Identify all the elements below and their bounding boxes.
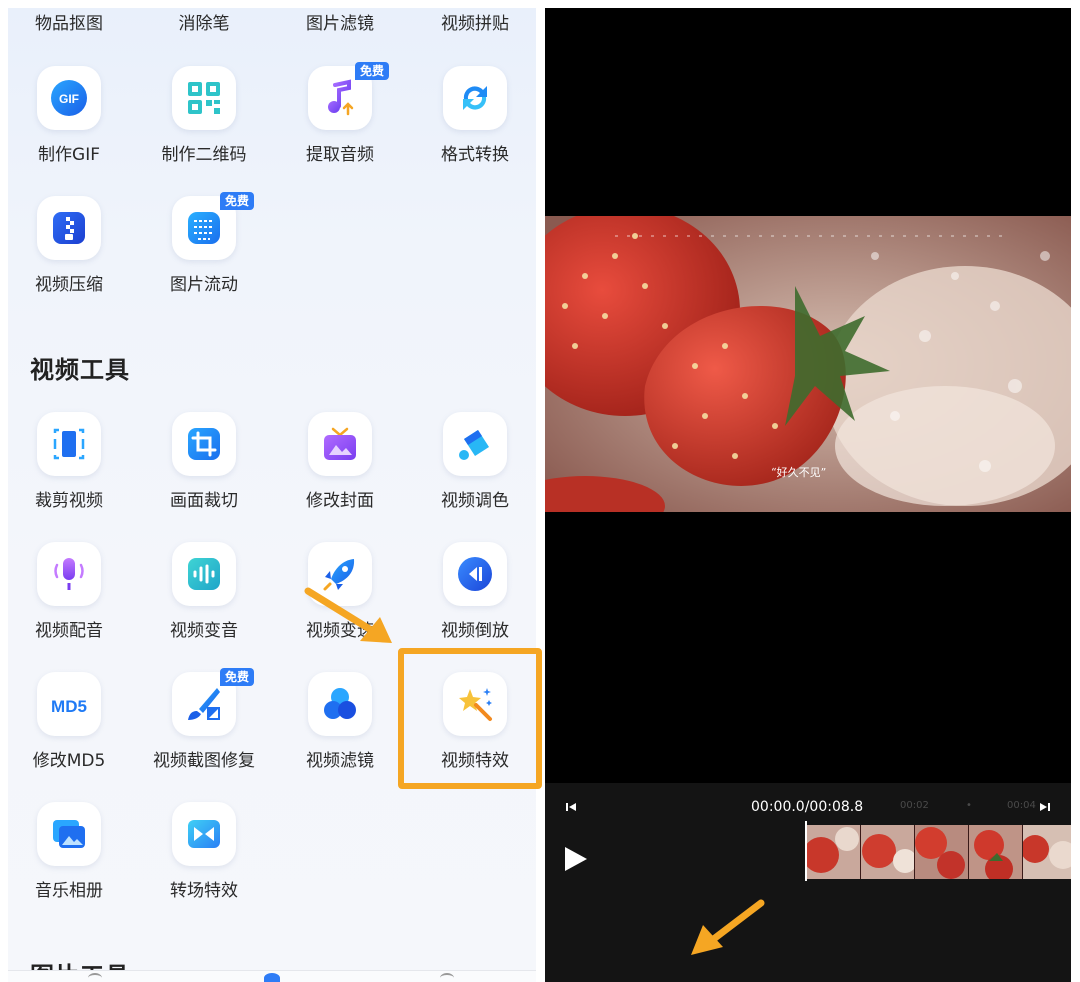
- cover-tv-icon: [324, 427, 356, 460]
- timeline-thumbnail: [969, 825, 1023, 879]
- md5-icon: MD5: [51, 697, 87, 716]
- photo-album-icon: [53, 820, 85, 848]
- bottom-navigation-bar[interactable]: [8, 970, 536, 982]
- tools-panel: 物品抠图 消除笔 图片滤镜 视频拼贴 GIF 制作GIF 制作二维码 免费 提取…: [8, 8, 536, 982]
- timeline-thumbnail: [807, 825, 861, 879]
- tool-label-video-filter: 视频滤镜: [306, 751, 374, 771]
- tool-label-video-collage[interactable]: 视频拼贴: [405, 14, 536, 34]
- video-editor: “好久不见” 00:00.0/00:08.8 00:02 • 00:04: [545, 8, 1071, 982]
- brush-repair-icon: [188, 688, 220, 720]
- free-badge: 免费: [355, 62, 390, 80]
- tool-modify-md5[interactable]: MD5: [37, 672, 101, 736]
- timeline-playhead[interactable]: [805, 821, 807, 881]
- rewind-icon: [458, 557, 492, 591]
- annotation-arrow-right: [691, 899, 765, 955]
- tool-label-extract-audio: 提取音频: [306, 145, 374, 165]
- music-note-icon: [328, 79, 354, 116]
- tool-label-make-gif: 制作GIF: [38, 145, 100, 165]
- tool-video-compress[interactable]: [37, 196, 101, 260]
- transition-icon: [188, 820, 220, 848]
- tool-label-music-album: 音乐相册: [35, 881, 103, 901]
- image-flow-icon: [188, 212, 220, 244]
- tool-crop-frame[interactable]: [172, 412, 236, 476]
- nav-profile-icon[interactable]: [440, 973, 454, 982]
- timeline-thumbnail-strip[interactable]: [807, 825, 1071, 879]
- tool-label-modify-md5: 修改MD5: [32, 751, 106, 771]
- skip-to-end-icon[interactable]: [1039, 802, 1051, 812]
- play-icon[interactable]: [563, 845, 589, 873]
- tool-reverse[interactable]: [443, 542, 507, 606]
- tool-label-format-convert: 格式转换: [441, 145, 509, 165]
- voice-wave-icon: [188, 558, 220, 590]
- tool-make-gif[interactable]: GIF: [37, 66, 101, 130]
- tool-video-filter[interactable]: [308, 672, 372, 736]
- tool-label-voice-change: 视频变音: [170, 621, 238, 641]
- tool-color-grade[interactable]: [443, 412, 507, 476]
- nav-home-icon[interactable]: [88, 973, 102, 982]
- tool-label-edit-cover: 修改封面: [306, 491, 374, 511]
- svg-text:MD5: MD5: [51, 697, 87, 716]
- microphone-icon: [54, 558, 84, 590]
- timeline-tick: 00:02: [900, 800, 929, 811]
- tool-voice-change[interactable]: [172, 542, 236, 606]
- video-preview[interactable]: “好久不见”: [545, 216, 1071, 512]
- tool-label-color-grade: 视频调色: [441, 491, 509, 511]
- crop-video-icon: [53, 428, 85, 460]
- tool-label-eraser[interactable]: 消除笔: [134, 14, 274, 34]
- tool-label-image-flow: 图片流动: [170, 275, 238, 295]
- nav-tools-icon[interactable]: [264, 973, 280, 982]
- tool-label-make-qr: 制作二维码: [161, 145, 247, 165]
- timecode: 00:00.0/00:08.8: [751, 799, 863, 815]
- timeline-tick: 00:04: [1007, 800, 1036, 811]
- free-badge: 免费: [220, 668, 255, 686]
- tool-label-dubbing: 视频配音: [35, 621, 103, 641]
- convert-arrows-icon: [463, 86, 487, 110]
- tool-label-crop-frame: 画面裁切: [170, 491, 238, 511]
- highlight-box: [398, 648, 542, 789]
- tool-crop-video[interactable]: [37, 412, 101, 476]
- qr-code-icon: [188, 82, 220, 114]
- filter-circles-icon: [324, 688, 356, 719]
- skip-to-start-icon[interactable]: [565, 802, 577, 812]
- crop-frame-icon: [188, 428, 220, 460]
- tool-label-reverse: 视频倒放: [441, 621, 509, 641]
- tool-label-object-cutout[interactable]: 物品抠图: [8, 14, 139, 34]
- timeline-panel: 00:00.0/00:08.8 00:02 • 00:04: [545, 783, 1071, 982]
- timeline-tick: •: [966, 800, 972, 811]
- tool-transition-effects[interactable]: [172, 802, 236, 866]
- color-bucket-icon: [459, 430, 489, 460]
- timeline-thumbnail: [915, 825, 969, 879]
- annotation-arrow-left: [304, 587, 392, 643]
- tool-label-screenshot-repair: 视频截图修复: [153, 751, 255, 771]
- tool-edit-cover[interactable]: [308, 412, 372, 476]
- video-caption: “好久不见”: [771, 466, 827, 479]
- svg-text:GIF: GIF: [59, 92, 79, 106]
- tool-make-qr[interactable]: [172, 66, 236, 130]
- section-title-video-tools: 视频工具: [30, 356, 130, 384]
- timecode-total: 00:08.8: [809, 799, 864, 815]
- timeline-thumbnail: [861, 825, 915, 879]
- free-badge: 免费: [220, 192, 255, 210]
- tool-label-crop-video: 裁剪视频: [35, 491, 103, 511]
- tool-music-album[interactable]: [37, 802, 101, 866]
- tool-label-image-filter[interactable]: 图片滤镜: [270, 14, 410, 34]
- gif-icon: GIF: [51, 80, 87, 116]
- tool-format-convert[interactable]: [443, 66, 507, 130]
- tool-dubbing[interactable]: [37, 542, 101, 606]
- timeline-thumbnail: [1023, 825, 1071, 879]
- timecode-current: 00:00.0: [751, 799, 805, 815]
- compress-icon: [53, 212, 85, 244]
- tool-label-video-compress: 视频压缩: [35, 275, 103, 295]
- tool-label-transition-effects: 转场特效: [170, 881, 238, 901]
